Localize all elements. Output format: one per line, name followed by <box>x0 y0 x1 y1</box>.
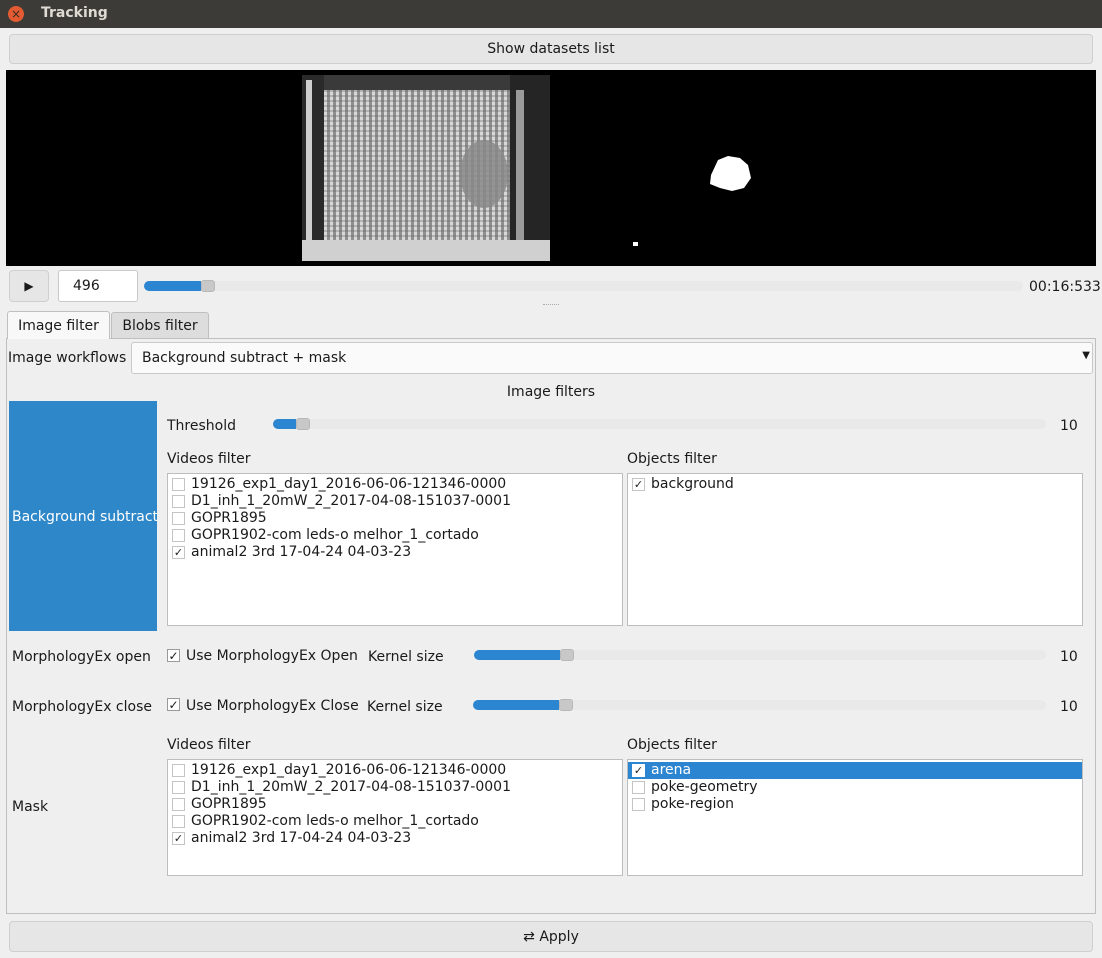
unchecked-checkbox[interactable] <box>632 798 645 811</box>
threshold-value: 10 <box>1060 418 1078 434</box>
list-item-label: animal2 3rd 17-04-24 04-03-23 <box>191 830 412 846</box>
chevron-down-icon: ▼ <box>1082 350 1090 361</box>
unchecked-checkbox[interactable] <box>172 764 185 777</box>
list-item[interactable]: poke-geometry <box>628 779 1082 796</box>
unchecked-checkbox[interactable] <box>172 512 185 525</box>
list-item-label: GOPR1895 <box>191 510 267 526</box>
apply-button[interactable]: ⇄ Apply <box>9 921 1093 952</box>
video-time-label: 00:16:533 <box>1029 279 1101 295</box>
list-item[interactable]: GOPR1902-com leds-o melhor_1_cortado <box>168 813 622 830</box>
splitter-handle[interactable] <box>543 304 559 308</box>
morph-close-label: MorphologyEx close <box>12 699 152 715</box>
morph-open-checkbox[interactable]: ✓ <box>167 649 180 663</box>
morph-open-kernel-handle[interactable] <box>560 649 574 661</box>
list-item[interactable]: ✓ arena <box>628 762 1082 779</box>
workflow-select-value: Background subtract + mask <box>142 350 347 366</box>
tab-image-filter[interactable]: Image filter <box>7 311 110 339</box>
bg-videos-list[interactable]: 19126_exp1_day1_2016-06-06-121346-0000 D1… <box>167 473 623 626</box>
morph-close-kernel-label: Kernel size <box>367 699 443 715</box>
list-item-label: D1_inh_1_20mW_2_2017-04-08-151037-0001 <box>191 493 511 509</box>
unchecked-checkbox[interactable] <box>172 781 185 794</box>
list-item-label: 19126_exp1_day1_2016-06-06-121346-0000 <box>191 476 507 492</box>
list-item-label: GOPR1902-com leds-o melhor_1_cortado <box>191 813 479 829</box>
apply-button-label: Apply <box>539 929 579 945</box>
list-item[interactable]: ✓ animal2 3rd 17-04-24 04-03-23 <box>168 544 622 561</box>
apply-icon: ⇄ <box>523 929 535 945</box>
threshold-fill <box>273 419 296 429</box>
list-item-label: GOPR1895 <box>191 796 267 812</box>
list-item[interactable]: 19126_exp1_day1_2016-06-06-121346-0000 <box>168 476 622 493</box>
checked-checkbox[interactable]: ✓ <box>632 764 645 777</box>
list-item[interactable]: D1_inh_1_20mW_2_2017-04-08-151037-0001 <box>168 493 622 510</box>
list-item-label: poke-geometry <box>651 779 758 795</box>
unchecked-checkbox[interactable] <box>172 478 185 491</box>
morph-open-kernel-slider[interactable] <box>474 649 1046 661</box>
list-item-label: poke-region <box>651 796 735 812</box>
morph-open-checkbox-label[interactable]: Use MorphologyEx Open <box>186 648 358 664</box>
checked-checkbox[interactable]: ✓ <box>172 832 185 845</box>
bg-objects-filter-label: Objects filter <box>627 451 717 467</box>
mask-objects-list[interactable]: ✓ arena poke-geometry poke-region <box>627 759 1083 876</box>
bg-objects-list[interactable]: ✓ background <box>627 473 1083 626</box>
morph-close-kernel-slider[interactable] <box>473 699 1046 711</box>
morph-close-checkbox[interactable]: ✓ <box>167 698 180 712</box>
tab-blobs-filter[interactable]: Blobs filter <box>111 312 209 338</box>
morph-open-kernel-value: 10 <box>1060 649 1078 665</box>
play-icon: ▶ <box>24 279 34 293</box>
unchecked-checkbox[interactable] <box>172 798 185 811</box>
background-subtract-item[interactable]: Background subtract <box>9 401 159 631</box>
bg-videos-filter-label: Videos filter <box>167 451 251 467</box>
mask-videos-filter-label: Videos filter <box>167 737 251 753</box>
video-preview <box>6 70 1096 266</box>
list-item-label: arena <box>651 762 692 778</box>
list-item-label: animal2 3rd 17-04-24 04-03-23 <box>191 544 412 560</box>
unchecked-checkbox[interactable] <box>632 781 645 794</box>
video-progress-fill <box>144 281 201 291</box>
list-item[interactable]: GOPR1902-com leds-o melhor_1_cortado <box>168 527 622 544</box>
threshold-handle[interactable] <box>296 418 310 430</box>
morph-open-kernel-fill <box>474 650 560 660</box>
morph-close-kernel-handle[interactable] <box>559 699 573 711</box>
title-bar: × Tracking <box>0 0 1102 28</box>
mask-label: Mask <box>12 799 49 815</box>
list-item[interactable]: GOPR1895 <box>168 796 622 813</box>
window-title: Tracking <box>41 5 108 21</box>
morph-close-kernel-fill <box>473 700 559 710</box>
video-frame-image <box>302 75 751 261</box>
workflow-label: Image workflows <box>8 350 127 366</box>
morph-open-kernel-label: Kernel size <box>368 649 444 665</box>
list-item[interactable]: GOPR1895 <box>168 510 622 527</box>
list-item[interactable]: 19126_exp1_day1_2016-06-06-121346-0000 <box>168 762 622 779</box>
list-item-label: background <box>651 476 734 492</box>
list-item-label: D1_inh_1_20mW_2_2017-04-08-151037-0001 <box>191 779 511 795</box>
morph-close-kernel-value: 10 <box>1060 699 1078 715</box>
unchecked-checkbox[interactable] <box>172 495 185 508</box>
threshold-label: Threshold <box>167 418 236 434</box>
list-item-label: GOPR1902-com leds-o melhor_1_cortado <box>191 527 479 543</box>
list-item[interactable]: ✓ background <box>628 476 1082 493</box>
list-item-label: 19126_exp1_day1_2016-06-06-121346-0000 <box>191 762 507 778</box>
mask-objects-filter-label: Objects filter <box>627 737 717 753</box>
close-icon[interactable]: × <box>8 6 24 22</box>
video-progress-handle[interactable] <box>201 280 215 292</box>
background-subtract-label: Background subtract <box>12 509 159 525</box>
workflow-select[interactable]: Background subtract + mask ▼ <box>131 342 1093 374</box>
list-item[interactable]: ✓ animal2 3rd 17-04-24 04-03-23 <box>168 830 622 847</box>
video-progress-slider[interactable] <box>144 280 1023 292</box>
list-item[interactable]: D1_inh_1_20mW_2_2017-04-08-151037-0001 <box>168 779 622 796</box>
morph-close-checkbox-label[interactable]: Use MorphologyEx Close <box>186 698 359 714</box>
show-datasets-button[interactable]: Show datasets list <box>9 34 1093 64</box>
checked-checkbox[interactable]: ✓ <box>172 546 185 559</box>
morph-open-label: MorphologyEx open <box>12 649 151 665</box>
checked-checkbox[interactable]: ✓ <box>632 478 645 491</box>
list-item[interactable]: poke-region <box>628 796 1082 813</box>
image-filters-header: Image filters <box>506 384 596 400</box>
play-button[interactable]: ▶ <box>9 270 49 302</box>
unchecked-checkbox[interactable] <box>172 815 185 828</box>
mask-videos-list[interactable]: 19126_exp1_day1_2016-06-06-121346-0000 D1… <box>167 759 623 876</box>
threshold-slider[interactable] <box>273 418 1046 430</box>
frame-number-input[interactable]: 496 <box>58 270 138 302</box>
unchecked-checkbox[interactable] <box>172 529 185 542</box>
